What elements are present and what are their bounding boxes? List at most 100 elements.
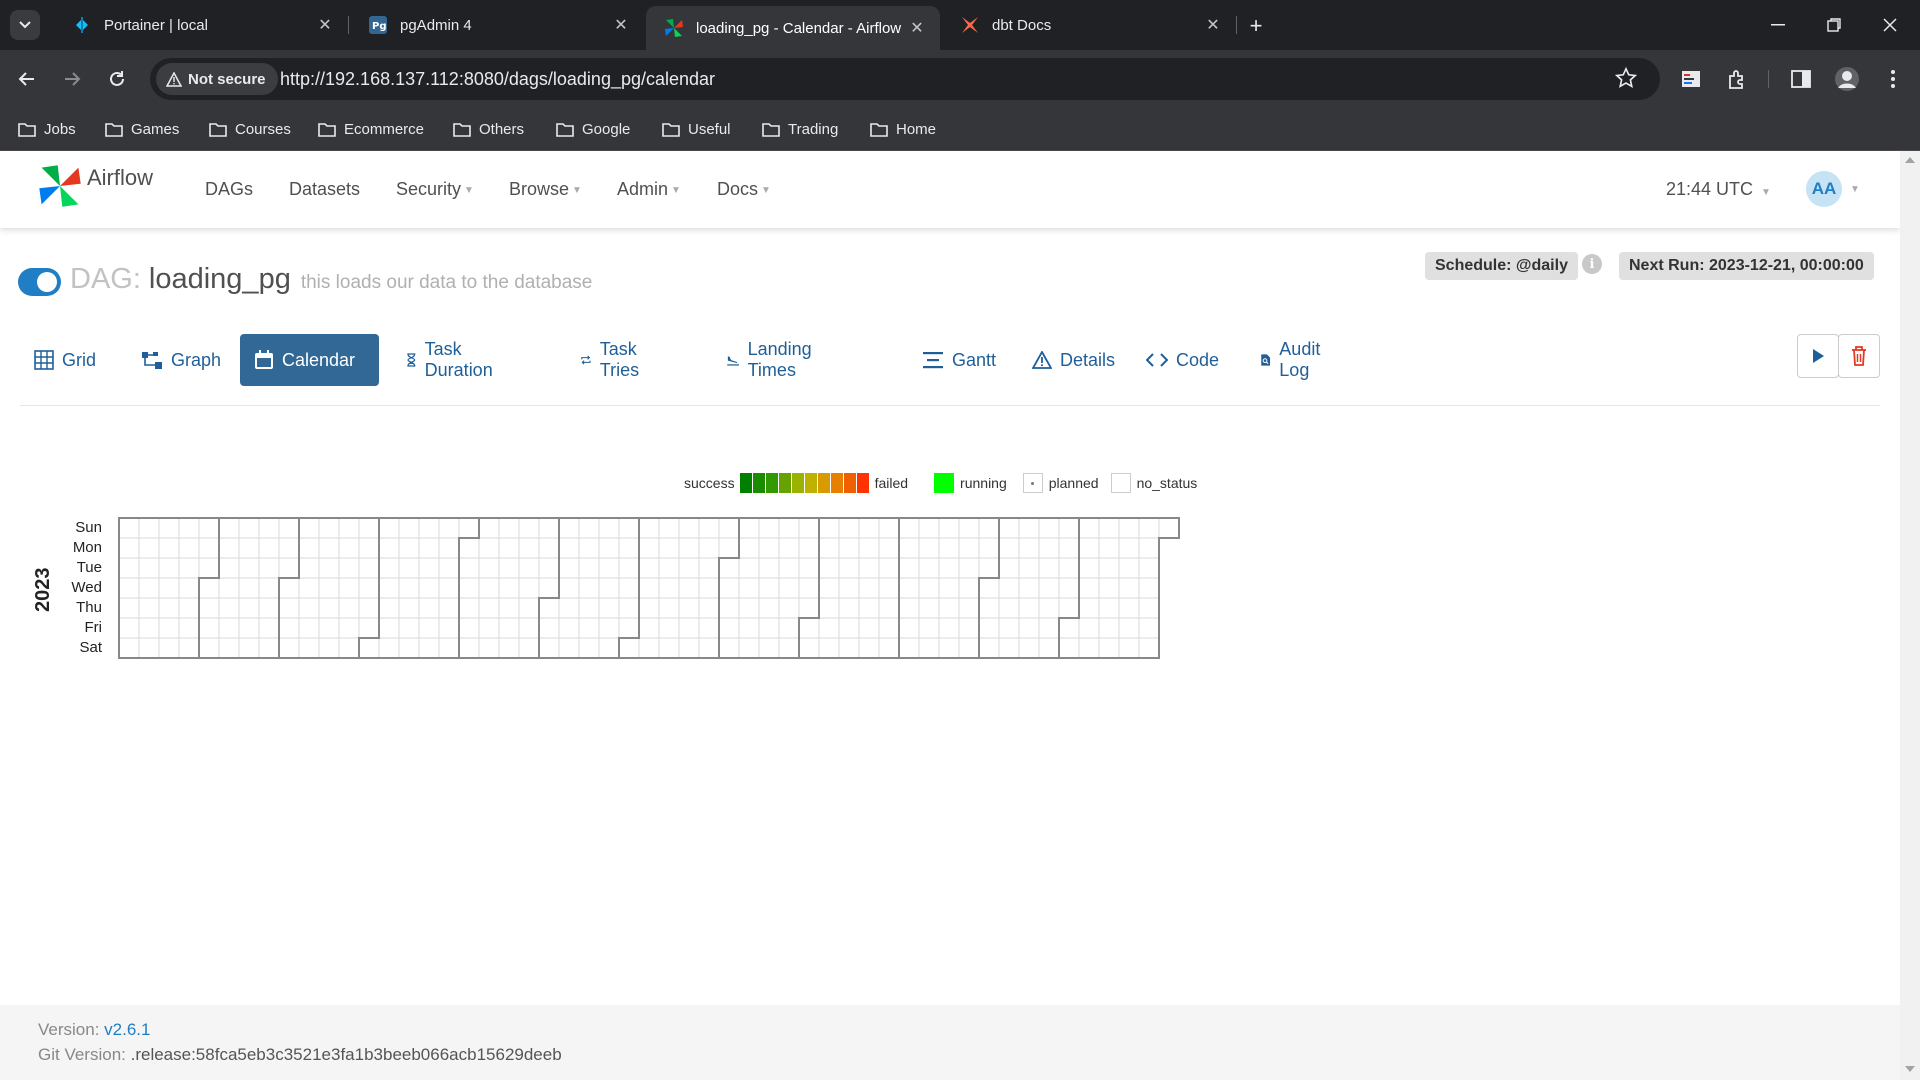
calendar-day-cell[interactable] <box>218 557 240 579</box>
calendar-day-cell[interactable] <box>678 637 700 659</box>
calendar-day-cell[interactable] <box>138 557 160 579</box>
calendar-day-cell[interactable] <box>1078 537 1100 559</box>
tab-audit-log[interactable]: Audit Log <box>1246 334 1341 386</box>
calendar-day-cell[interactable] <box>798 597 820 619</box>
calendar-day-cell[interactable] <box>718 637 740 659</box>
calendar-day-cell[interactable] <box>338 577 360 599</box>
calendar-day-cell[interactable] <box>858 557 880 579</box>
side-panel-icon[interactable] <box>1788 66 1814 92</box>
calendar-day-cell[interactable] <box>558 637 580 659</box>
calendar-day-cell[interactable] <box>878 617 900 639</box>
calendar-day-cell[interactable] <box>598 617 620 639</box>
calendar-day-cell[interactable] <box>698 517 720 539</box>
calendar-day-cell[interactable] <box>1038 517 1060 539</box>
calendar-day-cell[interactable] <box>518 637 540 659</box>
bookmark-folder-games[interactable]: Games <box>105 118 179 140</box>
calendar-day-cell[interactable] <box>918 617 940 639</box>
calendar-day-cell[interactable] <box>898 597 920 619</box>
calendar-day-cell[interactable] <box>878 637 900 659</box>
calendar-day-cell[interactable] <box>298 637 320 659</box>
calendar-day-cell[interactable] <box>298 617 320 639</box>
calendar-day-cell[interactable] <box>1138 537 1160 559</box>
user-avatar[interactable]: AA <box>1806 171 1842 207</box>
calendar-day-cell[interactable] <box>998 577 1020 599</box>
calendar-day-cell[interactable] <box>678 597 700 619</box>
calendar-day-cell[interactable] <box>1118 517 1140 539</box>
calendar-day-cell[interactable] <box>998 617 1020 639</box>
calendar-day-cell[interactable] <box>378 637 400 659</box>
calendar-day-cell[interactable] <box>758 597 780 619</box>
calendar-day-cell[interactable] <box>138 517 160 539</box>
calendar-day-cell[interactable] <box>1018 557 1040 579</box>
calendar-day-cell[interactable] <box>198 517 220 539</box>
calendar-day-cell[interactable] <box>898 557 920 579</box>
browser-tab-dbt[interactable]: dbt Docs ✕ <box>942 6 1236 44</box>
calendar-day-cell[interactable] <box>318 637 340 659</box>
calendar-day-cell[interactable] <box>1098 637 1120 659</box>
calendar-day-cell[interactable] <box>758 557 780 579</box>
calendar-day-cell[interactable] <box>638 597 660 619</box>
calendar-day-cell[interactable] <box>1098 557 1120 579</box>
calendar-day-cell[interactable] <box>238 597 260 619</box>
close-icon[interactable]: ✕ <box>316 16 334 34</box>
calendar-day-cell[interactable] <box>478 637 500 659</box>
calendar-day-cell[interactable] <box>378 537 400 559</box>
profile-avatar-icon[interactable] <box>1834 66 1860 92</box>
calendar-day-cell[interactable] <box>818 637 840 659</box>
calendar-day-cell[interactable] <box>658 597 680 619</box>
calendar-day-cell[interactable] <box>738 517 760 539</box>
calendar-day-cell[interactable] <box>498 517 520 539</box>
tab-task-tries[interactable]: Task Tries <box>566 334 661 386</box>
calendar-day-cell[interactable] <box>218 617 240 639</box>
calendar-day-cell[interactable] <box>318 517 340 539</box>
calendar-day-cell[interactable] <box>1038 577 1060 599</box>
calendar-day-cell[interactable] <box>618 517 640 539</box>
calendar-day-cell[interactable] <box>438 637 460 659</box>
utc-clock[interactable]: 21:44 UTC ▼ <box>1666 179 1771 200</box>
calendar-day-cell[interactable] <box>1038 617 1060 639</box>
calendar-day-cell[interactable] <box>618 537 640 559</box>
browser-tab-airflow[interactable]: loading_pg - Calendar - Airflow ✕ <box>646 6 940 50</box>
calendar-day-cell[interactable] <box>878 597 900 619</box>
calendar-day-cell[interactable] <box>198 637 220 659</box>
calendar-day-cell[interactable] <box>898 637 920 659</box>
calendar-day-cell[interactable] <box>238 537 260 559</box>
calendar-day-cell[interactable] <box>838 617 860 639</box>
bookmark-folder-ecommerce[interactable]: Ecommerce <box>318 118 424 140</box>
calendar-day-cell[interactable] <box>358 617 380 639</box>
calendar-day-cell[interactable] <box>338 557 360 579</box>
calendar-day-cell[interactable] <box>538 597 560 619</box>
calendar-day-cell[interactable] <box>838 537 860 559</box>
calendar-day-cell[interactable] <box>1038 637 1060 659</box>
calendar-day-cell[interactable] <box>918 597 940 619</box>
calendar-day-cell[interactable] <box>678 577 700 599</box>
tab-calendar[interactable]: Calendar <box>240 334 379 386</box>
calendar-day-cell[interactable] <box>718 557 740 579</box>
calendar-day-cell[interactable] <box>538 517 560 539</box>
calendar-day-cell[interactable] <box>978 517 1000 539</box>
calendar-day-cell[interactable] <box>238 517 260 539</box>
calendar-day-cell[interactable] <box>638 537 660 559</box>
calendar-day-cell[interactable] <box>398 617 420 639</box>
calendar-day-cell[interactable] <box>418 597 440 619</box>
calendar-day-cell[interactable] <box>398 517 420 539</box>
calendar-day-cell[interactable] <box>798 637 820 659</box>
calendar-day-cell[interactable] <box>598 557 620 579</box>
calendar-day-cell[interactable] <box>118 577 140 599</box>
calendar-day-cell[interactable] <box>698 537 720 559</box>
reload-button[interactable] <box>100 62 134 96</box>
calendar-day-cell[interactable] <box>598 517 620 539</box>
calendar-day-cell[interactable] <box>358 597 380 619</box>
calendar-day-cell[interactable] <box>338 537 360 559</box>
calendar-day-cell[interactable] <box>578 637 600 659</box>
calendar-day-cell[interactable] <box>1118 617 1140 639</box>
calendar-day-cell[interactable] <box>738 597 760 619</box>
security-indicator[interactable]: Not secure <box>156 63 278 95</box>
calendar-day-cell[interactable] <box>478 617 500 639</box>
calendar-day-cell[interactable] <box>1078 577 1100 599</box>
calendar-day-cell[interactable] <box>278 637 300 659</box>
calendar-day-cell[interactable] <box>418 617 440 639</box>
calendar-day-cell[interactable] <box>958 637 980 659</box>
calendar-day-cell[interactable] <box>898 577 920 599</box>
calendar-day-cell[interactable] <box>538 617 560 639</box>
